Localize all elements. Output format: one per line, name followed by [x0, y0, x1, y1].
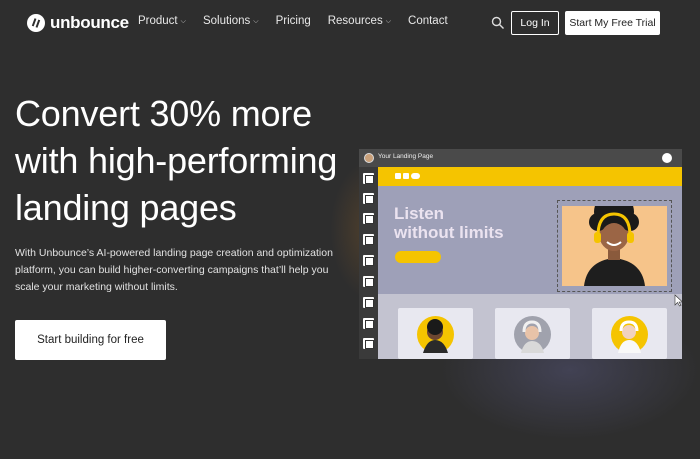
video-tool-icon [363, 318, 374, 329]
feature-card [398, 308, 473, 359]
card-avatar-image [514, 316, 551, 353]
list-tool-icon [363, 297, 374, 308]
editor-title-bar: Your Landing Page [359, 149, 682, 167]
mouse-cursor-icon [674, 294, 684, 312]
nav-item-label: Contact [408, 15, 448, 27]
card-avatar-image [611, 316, 648, 353]
box-tool-icon [363, 193, 374, 204]
landing-page-editor-preview: Your Landing Page Listen without limits [359, 149, 682, 359]
nav-item-solutions[interactable]: Solutions ⌵ [203, 15, 259, 27]
feature-cards-preview [378, 294, 682, 359]
nav-item-label: Product [138, 15, 178, 27]
button-tool-icon [363, 255, 374, 266]
hero-description: With Unbounce’s AI-powered landing page … [15, 247, 333, 293]
text-tool-icon [363, 213, 374, 224]
nav-item-label: Pricing [275, 15, 311, 27]
nav-item-contact[interactable]: Contact [408, 15, 448, 27]
logo-text: unbounce [50, 13, 129, 32]
hero-title-line: with high-performing [15, 140, 338, 181]
code-tool-icon [363, 338, 374, 349]
nav-item-label: Resources [327, 15, 383, 27]
search-icon[interactable] [491, 16, 505, 30]
unbounce-logo-icon [27, 14, 45, 32]
page-header-strip [378, 167, 682, 186]
nav-item-product[interactable]: Product ⌵ [138, 15, 186, 27]
hero-title-line: landing pages [15, 187, 237, 228]
editor-toolbar [359, 167, 378, 359]
unbounce-logo[interactable]: unbounce [27, 13, 129, 33]
nav-item-pricing[interactable]: Pricing [276, 15, 311, 27]
feature-card [495, 308, 570, 359]
chevron-down-icon: ⌵ [180, 18, 186, 25]
nav-item-label: Solutions [202, 15, 251, 27]
nav-item-resources[interactable]: Resources ⌵ [328, 15, 391, 27]
editor-headline: Listen without limits [394, 204, 544, 242]
chevron-down-icon: ⌵ [385, 18, 392, 25]
avatar [364, 153, 374, 163]
login-button[interactable]: Log In [511, 11, 559, 35]
section-tool-icon [363, 173, 374, 184]
hero-title-line: Convert 30% more [15, 93, 312, 134]
image-tool-icon [363, 234, 374, 245]
chevron-down-icon: ⌵ [253, 18, 259, 25]
editor-button-placeholder [395, 251, 441, 263]
start-building-button[interactable]: Start building for free [15, 320, 166, 360]
main-menu: Product ⌵ Solutions ⌵ Pricing Resources … [138, 15, 448, 27]
card-avatar-image [417, 316, 454, 353]
unbounce-logo-icon [662, 153, 672, 163]
editor-headline-line: Listen [394, 204, 445, 223]
editor-headline-line: without limits [394, 223, 504, 242]
top-nav: unbounce Product ⌵ Solutions ⌵ Pricing R… [0, 0, 700, 46]
free-trial-button[interactable]: Start My Free Trial [565, 11, 660, 35]
page-logo-placeholder [395, 173, 420, 179]
editor-title: Your Landing Page [378, 153, 434, 160]
hero-title: Convert 30% more with high-performing la… [15, 90, 355, 231]
feature-card [592, 308, 667, 359]
form-tool-icon [363, 276, 374, 287]
selection-box [557, 200, 672, 292]
